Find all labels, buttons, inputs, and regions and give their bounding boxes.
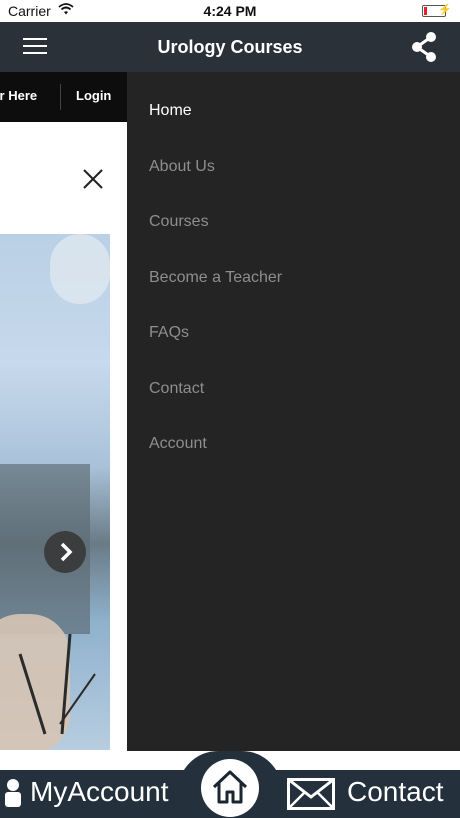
auth-bar: ter Here Login (0, 72, 127, 122)
drawer-item-about-us[interactable]: About Us (149, 158, 215, 176)
clock: 4:24 PM (203, 3, 257, 19)
share-icon[interactable] (410, 31, 438, 63)
login-link[interactable]: Login (76, 88, 111, 103)
drawer-item-become-a-teacher[interactable]: Become a Teacher (149, 269, 282, 287)
drawer-item-faqs[interactable]: FAQs (149, 324, 189, 342)
tab-myaccount-label: MyAccount (30, 776, 169, 807)
hero-image (0, 234, 110, 750)
home-icon (212, 770, 248, 804)
mail-icon (287, 778, 335, 810)
page-title: Urology Courses (157, 37, 303, 57)
drawer-item-courses[interactable]: Courses (149, 213, 209, 231)
home-button[interactable] (201, 759, 259, 817)
user-icon (5, 779, 21, 807)
drawer-item-contact[interactable]: Contact (149, 380, 204, 398)
side-drawer: Home About Us Courses Become a Teacher F… (127, 72, 460, 751)
status-bar: Carrier 4:24 PM ⚡ (0, 0, 460, 22)
tab-myaccount[interactable]: MyAccount (0, 770, 190, 818)
tab-contact[interactable]: Contact (282, 770, 460, 818)
register-link[interactable]: ter Here (0, 88, 37, 103)
chevron-right-icon (60, 542, 73, 562)
drawer-item-account[interactable]: Account (149, 435, 207, 453)
close-icon[interactable] (82, 168, 104, 190)
tab-contact-label: Contact (347, 776, 444, 807)
drawer-item-home[interactable]: Home (149, 102, 192, 120)
nav-bar: Urology Courses (0, 22, 460, 72)
slider-next-button[interactable] (44, 531, 86, 573)
charging-icon: ⚡ (438, 4, 452, 16)
auth-divider (60, 84, 61, 110)
